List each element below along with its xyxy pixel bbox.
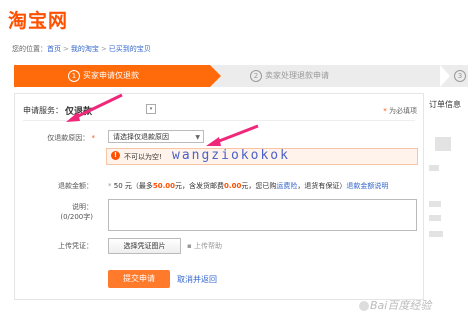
blurred-text: [429, 201, 441, 207]
arrow-line: [213, 124, 259, 145]
blurred-text: [429, 165, 439, 171]
baidu-jingyan-watermark: Bai百度经验: [358, 297, 431, 313]
annotation-arrows: [66, 93, 259, 146]
arrow-head: [206, 137, 221, 146]
watermark-label: Bai百度经验: [370, 299, 432, 312]
order-info-title: 订单信息: [429, 100, 461, 109]
arrow-head: [66, 112, 80, 122]
paw-icon: [359, 301, 369, 311]
blurred-text: [429, 215, 441, 221]
product-thumbnail: [435, 137, 451, 151]
order-info-sidebar: 订单信息: [427, 93, 468, 298]
blurred-text: [429, 231, 443, 237]
arrow-line: [71, 93, 123, 121]
